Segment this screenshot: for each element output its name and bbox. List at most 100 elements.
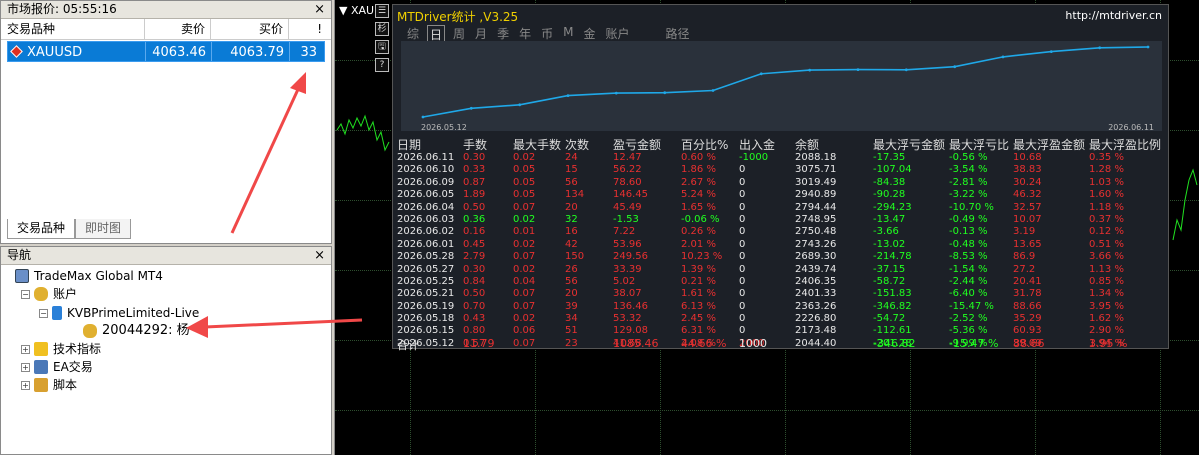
table-row[interactable]: 2026.06.04 0.50 0.07 20 45.49 1.65 % 0 2794.44 -… xyxy=(397,202,1163,214)
table-row[interactable]: 2026.06.03 0.36 0.02 32 -1.53 -0.06 % 0 2748.95… xyxy=(397,214,1163,226)
table-cell: 1.89 xyxy=(463,189,486,201)
panel-url[interactable]: http://mtdriver.cn xyxy=(1065,9,1162,22)
table-cell: 15 xyxy=(565,164,578,176)
column-ask[interactable]: 买价 xyxy=(211,19,289,39)
column-symbol[interactable]: 交易品种 xyxy=(1,19,145,39)
collapse-icon[interactable]: − xyxy=(21,289,30,299)
nav-expert-advisors[interactable]: + EA交易 xyxy=(21,359,93,375)
table-cell: -5.36 % xyxy=(949,325,988,337)
total-cell: 3.95 % xyxy=(1089,337,1128,350)
table-cell: 32 xyxy=(565,213,578,225)
table-cell: -58.72 xyxy=(873,275,906,287)
table-row[interactable]: 2026.06.11 0.30 0.02 24 12.47 0.60 % -1000 2088… xyxy=(397,152,1163,164)
equity-curve-point xyxy=(759,72,763,76)
save-button[interactable]: 🖫 xyxy=(375,40,389,54)
table-cell: 2026.06.03 xyxy=(397,213,455,225)
close-icon[interactable]: × xyxy=(314,1,325,18)
settings-button[interactable]: 杉 xyxy=(375,22,389,36)
table-cell: 33.39 xyxy=(613,263,642,275)
table-cell: 0 xyxy=(739,176,746,188)
table-row[interactable]: 2026.05.19 0.70 0.07 39 136.46 6.13 % 0 2363.26… xyxy=(397,301,1163,313)
curve-end-label: 2026.06.11 xyxy=(1108,123,1154,132)
table-cell: 0 xyxy=(739,251,746,263)
table-cell: 2689.30 xyxy=(795,251,837,263)
table-cell: 20.41 xyxy=(1013,275,1042,287)
table-cell: 2026.06.10 xyxy=(397,164,455,176)
table-cell: -84.38 xyxy=(873,176,906,188)
help-button[interactable]: ? xyxy=(375,58,389,72)
header-0[interactable]: 日期 xyxy=(397,136,421,153)
tab-symbols[interactable]: 交易品种 xyxy=(7,219,76,239)
table-cell: 2026.06.04 xyxy=(397,201,455,213)
total-cell: 44.66 % xyxy=(681,337,727,350)
nav-indicators[interactable]: + 技术指标 xyxy=(21,341,101,357)
table-cell: -107.04 xyxy=(873,164,912,176)
column-spread[interactable]: ! xyxy=(289,19,327,39)
table-cell: 0.05 xyxy=(513,189,536,201)
close-icon[interactable]: × xyxy=(314,247,325,264)
table-cell: 249.56 xyxy=(613,251,648,263)
table-cell: 24 xyxy=(565,152,578,163)
table-cell: 0 xyxy=(739,288,746,300)
table-cell: 0 xyxy=(739,213,746,225)
expand-icon[interactable]: + xyxy=(21,362,30,372)
table-cell: 0.07 xyxy=(513,251,536,263)
header-7[interactable]: 余额 xyxy=(795,136,819,153)
header-9[interactable]: 最大浮亏比 xyxy=(949,136,1009,153)
table-row[interactable]: 2026.05.18 0.43 0.02 34 53.32 2.45 % 0 2226.80 -… xyxy=(397,313,1163,325)
table-row[interactable]: 2026.06.05 1.89 0.05 134 146.45 5.24 % 0 2940.8… xyxy=(397,189,1163,201)
header-11[interactable]: 最大浮盈比例 xyxy=(1089,136,1161,153)
nav-server[interactable]: − KVBPrimeLimited-Live xyxy=(39,305,199,321)
chart-window[interactable]: ▼ XAUU ☰ 杉 🖫 ? MTDriver统计 ,V3.25 http://… xyxy=(334,0,1199,455)
table-cell: 42 xyxy=(565,238,578,250)
header-4[interactable]: 盈亏金额 xyxy=(613,136,661,153)
table-cell: 2026.05.28 xyxy=(397,251,455,263)
table-row[interactable]: 2026.05.28 2.79 0.07 150 249.56 10.23 % 0 2689.… xyxy=(397,251,1163,263)
menu-button[interactable]: ☰ xyxy=(375,4,389,18)
table-cell: 39 xyxy=(565,300,578,312)
header-1[interactable]: 手数 xyxy=(463,136,487,153)
table-cell: 46.32 xyxy=(1013,189,1042,201)
expand-icon[interactable]: + xyxy=(21,380,30,390)
accounts-icon xyxy=(34,287,48,301)
table-row[interactable]: 2026.05.25 0.84 0.04 56 5.02 0.21 % 0 2406.35 -5… xyxy=(397,276,1163,288)
table-cell: 0.02 xyxy=(513,238,536,250)
tab-tick-chart[interactable]: 即时图 xyxy=(75,219,132,239)
table-row[interactable]: 2026.06.10 0.33 0.05 15 56.22 1.86 % 0 3075.71 -… xyxy=(397,164,1163,176)
table-cell: 60.93 xyxy=(1013,325,1042,337)
header-3[interactable]: 次数 xyxy=(565,136,589,153)
table-row[interactable]: 2026.05.27 0.30 0.02 26 33.39 1.39 % 0 2439.74 -… xyxy=(397,264,1163,276)
table-cell: -3.54 % xyxy=(949,164,988,176)
header-2[interactable]: 最大手数 xyxy=(513,136,561,153)
equity-curve-point xyxy=(904,68,908,72)
header-5[interactable]: 百分比% xyxy=(681,136,728,153)
table-cell: -0.56 % xyxy=(949,152,988,163)
table-cell: 2026.05.21 xyxy=(397,288,455,300)
collapse-icon[interactable]: − xyxy=(39,308,48,318)
table-cell: 0.16 xyxy=(463,226,486,238)
column-bid[interactable]: 卖价 xyxy=(145,19,211,39)
table-cell: 0.07 xyxy=(513,288,536,300)
equity-curve-point xyxy=(469,106,473,110)
table-row[interactable]: 2026.06.02 0.16 0.01 16 7.22 0.26 % 0 2750.48 -3… xyxy=(397,226,1163,238)
table-cell: 2.67 % xyxy=(681,176,716,188)
table-row[interactable]: 2026.06.01 0.45 0.02 42 53.96 2.01 % 0 2743.26 -… xyxy=(397,239,1163,251)
header-6[interactable]: 出入金 xyxy=(739,136,775,153)
table-cell: 0.60 % xyxy=(681,152,716,163)
nav-scripts[interactable]: + 脚本 xyxy=(21,377,77,393)
expand-icon[interactable]: + xyxy=(21,344,30,354)
symbol-row-xauusd[interactable]: XAUUSD 4063.46 4063.79 33 xyxy=(7,41,325,62)
header-10[interactable]: 最大浮盈金额 xyxy=(1013,136,1085,153)
table-row[interactable]: 2026.05.21 0.50 0.07 20 38.07 1.61 % 0 2401.33 -… xyxy=(397,288,1163,300)
table-row[interactable]: 2026.05.15 0.80 0.06 51 129.08 6.31 % 0 2173.48… xyxy=(397,325,1163,337)
table-cell: 34 xyxy=(565,313,578,325)
nav-root[interactable]: TradeMax Global MT4 xyxy=(15,268,163,284)
table-row[interactable]: 2026.06.09 0.87 0.05 56 78.60 2.67 % 0 3019.49 -… xyxy=(397,177,1163,189)
header-8[interactable]: 最大浮亏金额 xyxy=(873,136,945,153)
nav-accounts[interactable]: − 账户 xyxy=(21,286,77,302)
table-cell: 53.96 xyxy=(613,238,642,250)
table-cell: 2026.06.05 xyxy=(397,189,455,201)
table-cell: 30.24 xyxy=(1013,176,1042,188)
table-cell: 1.86 % xyxy=(681,164,716,176)
nav-account-item[interactable]: 20044292: 杨 xyxy=(83,323,190,339)
